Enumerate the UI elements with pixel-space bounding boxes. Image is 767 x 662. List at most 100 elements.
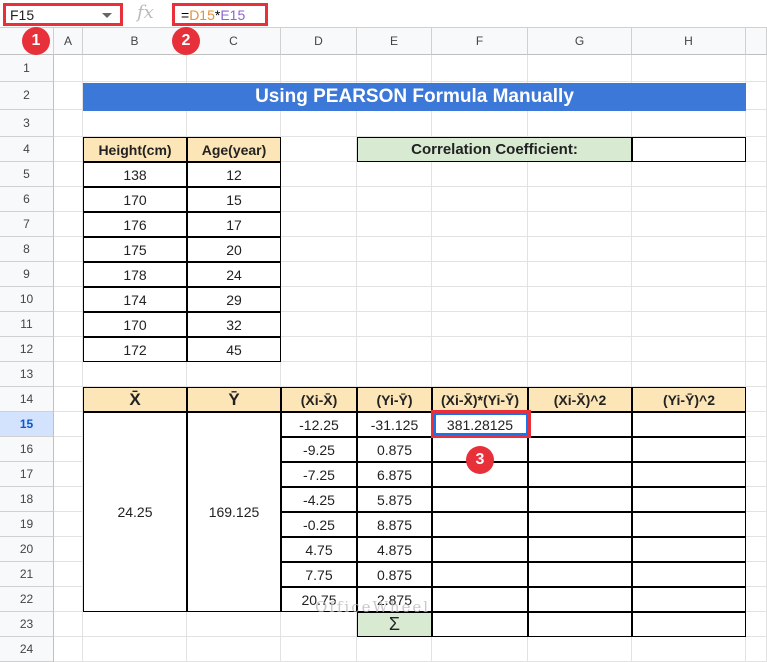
grid-cell[interactable]: [632, 637, 746, 662]
row-header-21[interactable]: 21: [0, 562, 54, 587]
grid-cell[interactable]: [281, 362, 357, 387]
calc-cell[interactable]: 4.75: [281, 537, 357, 562]
grid-cell[interactable]: [357, 55, 432, 83]
calc-cell[interactable]: -12.25: [281, 412, 357, 437]
data-cell[interactable]: 170: [83, 187, 187, 212]
data-cell[interactable]: 174: [83, 287, 187, 312]
grid-cell[interactable]: [746, 55, 767, 83]
grid-cell[interactable]: [54, 337, 83, 362]
grid-cell[interactable]: [632, 237, 746, 262]
grid-cell[interactable]: [54, 612, 83, 637]
row-header-6[interactable]: 6: [0, 187, 54, 212]
grid-cell[interactable]: [432, 337, 528, 362]
grid-cell[interactable]: [632, 162, 746, 187]
grid-cell[interactable]: [281, 137, 357, 162]
data-cell[interactable]: 138: [83, 162, 187, 187]
name-box[interactable]: F15: [3, 3, 123, 26]
grid-cell[interactable]: [528, 312, 632, 337]
grid-cell[interactable]: [357, 162, 432, 187]
row-header-23[interactable]: 23: [0, 612, 54, 637]
row-header-16[interactable]: 16: [0, 437, 54, 462]
data-cell[interactable]: 172: [83, 337, 187, 362]
calc-cell[interactable]: [632, 512, 746, 537]
grid-cell[interactable]: [528, 362, 632, 387]
grid-cell[interactable]: [54, 437, 83, 462]
grid-cell[interactable]: [281, 162, 357, 187]
grid-cell[interactable]: [746, 137, 767, 162]
grid-cell[interactable]: [281, 212, 357, 237]
grid-cell[interactable]: [632, 312, 746, 337]
grid-cell[interactable]: [357, 237, 432, 262]
grid-cell[interactable]: [357, 287, 432, 312]
grid-cell[interactable]: [187, 637, 281, 662]
row-header-14[interactable]: 14: [0, 387, 54, 412]
calc-cell[interactable]: -31.125: [357, 412, 432, 437]
grid-cell[interactable]: [528, 109, 632, 137]
grid-cell[interactable]: [632, 109, 746, 137]
calc-cell[interactable]: [632, 412, 746, 437]
grid-cell[interactable]: [528, 55, 632, 83]
x-mean[interactable]: 24.25: [83, 412, 187, 612]
row-header-20[interactable]: 20: [0, 537, 54, 562]
data-cell[interactable]: 45: [187, 337, 281, 362]
grid-cell[interactable]: [746, 82, 767, 110]
grid-cell[interactable]: [54, 212, 83, 237]
grid-cell[interactable]: [528, 212, 632, 237]
calc-cell[interactable]: -7.25: [281, 462, 357, 487]
grid-cell[interactable]: [187, 109, 281, 137]
grid-cell[interactable]: [632, 262, 746, 287]
grid-cell[interactable]: [746, 362, 767, 387]
row-header-1[interactable]: 1: [0, 55, 54, 83]
grid-cell[interactable]: [281, 55, 357, 83]
y-mean[interactable]: 169.125: [187, 412, 281, 612]
grid-cell[interactable]: [54, 287, 83, 312]
column-header-g[interactable]: G: [528, 28, 632, 55]
data-cell[interactable]: 170: [83, 312, 187, 337]
grid-cell[interactable]: [54, 537, 83, 562]
selected-cell-f15[interactable]: [431, 410, 531, 438]
calc-cell[interactable]: -0.25: [281, 512, 357, 537]
chevron-down-icon[interactable]: [102, 13, 112, 18]
grid-cell[interactable]: [54, 187, 83, 212]
grid-cell[interactable]: [357, 337, 432, 362]
grid-cell[interactable]: [281, 312, 357, 337]
row-header-9[interactable]: 9: [0, 262, 54, 287]
grid-cell[interactable]: [632, 362, 746, 387]
grid-cell[interactable]: [746, 537, 767, 562]
grid-cell[interactable]: [54, 312, 83, 337]
grid-cell[interactable]: [54, 412, 83, 437]
grid-cell[interactable]: [83, 55, 187, 83]
grid-cell[interactable]: [746, 212, 767, 237]
calc-cell[interactable]: -9.25: [281, 437, 357, 462]
row-header-22[interactable]: 22: [0, 587, 54, 612]
grid-cell[interactable]: [54, 55, 83, 83]
calc-cell[interactable]: [528, 512, 632, 537]
grid-cell[interactable]: [528, 337, 632, 362]
calc-cell[interactable]: [432, 562, 528, 587]
correlation-value[interactable]: [632, 137, 746, 162]
grid-cell[interactable]: [54, 262, 83, 287]
grid-cell[interactable]: [54, 587, 83, 612]
grid-cell[interactable]: [83, 362, 187, 387]
grid-cell[interactable]: [281, 187, 357, 212]
column-header-e[interactable]: E: [357, 28, 432, 55]
calc-cell[interactable]: [528, 412, 632, 437]
sum-cell[interactable]: [528, 612, 632, 637]
grid-cell[interactable]: [54, 387, 83, 412]
grid-cell[interactable]: [54, 137, 83, 162]
grid-cell[interactable]: [432, 187, 528, 212]
grid-cell[interactable]: [746, 237, 767, 262]
calc-cell[interactable]: 5.875: [357, 487, 432, 512]
grid-cell[interactable]: [357, 362, 432, 387]
grid-cell[interactable]: [432, 312, 528, 337]
grid-cell[interactable]: [281, 337, 357, 362]
grid-cell[interactable]: [746, 262, 767, 287]
grid-cell[interactable]: [746, 587, 767, 612]
data-cell[interactable]: 178: [83, 262, 187, 287]
calc-cell[interactable]: [632, 487, 746, 512]
grid-cell[interactable]: [432, 262, 528, 287]
data-cell[interactable]: 17: [187, 212, 281, 237]
grid-cell[interactable]: [746, 637, 767, 662]
row-header-13[interactable]: 13: [0, 362, 54, 387]
grid-cell[interactable]: [54, 487, 83, 512]
